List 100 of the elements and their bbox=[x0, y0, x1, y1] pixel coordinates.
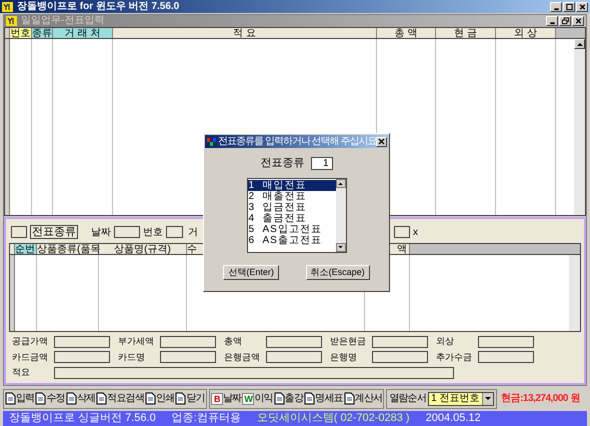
document-icon bbox=[5, 392, 16, 405]
close-icon bbox=[378, 138, 386, 145]
field-label: 추가수금 bbox=[436, 350, 473, 364]
field-label: 부가세액 bbox=[118, 335, 155, 348]
toolbar-button[interactable]: 적요검색 bbox=[96, 391, 144, 406]
input-field[interactable] bbox=[372, 336, 428, 348]
minimize-button[interactable] bbox=[546, 16, 558, 26]
input-field[interactable] bbox=[478, 351, 534, 364]
field-label: 전표종류 bbox=[260, 156, 304, 171]
input-field[interactable] bbox=[11, 226, 27, 238]
toolbar-button[interactable]: 출강 bbox=[274, 391, 304, 406]
status-text: 업종:컴퓨터용 bbox=[172, 410, 241, 426]
input-field[interactable] bbox=[160, 351, 216, 364]
toolbar-button[interactable]: W 이익 bbox=[242, 391, 273, 406]
scrollbar[interactable] bbox=[336, 178, 346, 252]
input-field[interactable] bbox=[266, 336, 322, 348]
form-label: 날짜 bbox=[91, 226, 111, 240]
field-label: 받은현금 bbox=[330, 335, 367, 348]
document-icon bbox=[96, 392, 108, 405]
list-item[interactable]: 4 출금전표 bbox=[248, 212, 336, 224]
column-header[interactable]: 거 래 처 bbox=[53, 28, 113, 38]
input-field[interactable] bbox=[266, 351, 322, 364]
field-label: 적요 bbox=[12, 366, 31, 379]
maximize-button[interactable] bbox=[559, 16, 571, 26]
row-selector[interactable] bbox=[5, 28, 10, 38]
column-header[interactable]: 총 액 bbox=[377, 28, 436, 38]
status-text: 장돌뱅이프로 싱글버전 7.56.0 bbox=[9, 410, 156, 426]
column-header[interactable]: 적 요 bbox=[113, 28, 377, 38]
column-header[interactable]: 외 상 bbox=[496, 28, 556, 38]
toolbar-button[interactable]: 계산서 bbox=[344, 391, 382, 406]
form-label: 번호 bbox=[143, 226, 163, 240]
column-header[interactable]: 순번 bbox=[15, 244, 37, 254]
row-selector[interactable] bbox=[5, 39, 10, 215]
sort-dropdown[interactable]: 1 전표번호 bbox=[428, 392, 494, 406]
form-label: x bbox=[413, 226, 418, 240]
input-field[interactable] bbox=[160, 336, 216, 348]
field-label: 총액 bbox=[224, 335, 243, 348]
close-button[interactable] bbox=[572, 16, 584, 26]
app-icon bbox=[6, 16, 17, 26]
column-header[interactable]: 번호 bbox=[10, 28, 32, 38]
letter-icon: W bbox=[242, 392, 254, 404]
document-icon bbox=[66, 392, 77, 405]
close-button[interactable] bbox=[376, 136, 388, 146]
cash-total: 현금:13,274,000 원 bbox=[501, 392, 580, 406]
input-field[interactable] bbox=[166, 226, 183, 238]
field-label: 은행명 bbox=[330, 350, 358, 364]
document-icon bbox=[175, 392, 186, 405]
input-field[interactable] bbox=[372, 351, 428, 364]
toolbar-button[interactable]: 입력 bbox=[5, 391, 34, 406]
scrollbar[interactable] bbox=[569, 255, 580, 331]
dialog-button[interactable]: 취소(Escape) bbox=[306, 264, 370, 280]
minimize-button[interactable] bbox=[550, 2, 562, 12]
column-header[interactable]: 현 금 bbox=[436, 28, 496, 38]
field-label: 카드금액 bbox=[12, 350, 49, 364]
toolbar-button[interactable]: B 날짜 bbox=[210, 391, 242, 406]
input-field[interactable] bbox=[114, 226, 140, 238]
status-text: 오딧세이시스템( 02-702-0283 ) bbox=[256, 410, 410, 426]
list-item[interactable]: 5 AS입고전표 bbox=[248, 224, 336, 234]
column-header[interactable]: 상품명(규격) bbox=[99, 244, 187, 254]
dialog-button[interactable]: 선택(Enter) bbox=[223, 264, 279, 280]
sort-label: 열람순서 bbox=[389, 392, 426, 406]
toolbar-button[interactable]: 인쇄 bbox=[145, 391, 174, 406]
child-window-title: 일일업무-전표입력 bbox=[21, 16, 106, 26]
list-item[interactable]: 1 매입전표 bbox=[248, 180, 336, 190]
letter-icon: B bbox=[210, 392, 223, 404]
maximize-button[interactable] bbox=[563, 2, 575, 12]
input-field[interactable] bbox=[478, 336, 534, 348]
form-label: 거 bbox=[188, 226, 198, 240]
toolbar-button[interactable]: 수정 bbox=[35, 391, 65, 406]
scroll-down-icon[interactable] bbox=[338, 246, 343, 248]
toolbar-button[interactable]: 닫기 bbox=[175, 391, 205, 406]
list-item[interactable]: 3 입금전표 bbox=[248, 202, 336, 212]
row-selector[interactable] bbox=[10, 255, 15, 331]
app-icon bbox=[2, 2, 13, 12]
scrollbar[interactable] bbox=[574, 39, 585, 215]
document-icon bbox=[274, 392, 285, 405]
column-header[interactable]: 종류 bbox=[32, 28, 53, 38]
dropdown-arrow-icon[interactable] bbox=[485, 396, 492, 400]
field-label: 은행금액 bbox=[224, 350, 261, 364]
close-icon bbox=[578, 2, 586, 10]
form-label: 전표종류 bbox=[30, 225, 78, 239]
list-item[interactable]: 2 매출전표 bbox=[248, 190, 336, 202]
toolbar-button[interactable]: 삭제 bbox=[66, 391, 96, 406]
scroll-up-icon[interactable] bbox=[576, 42, 582, 46]
list-item[interactable]: 6 AS출고전표 bbox=[248, 234, 336, 246]
column-header[interactable]: 상품종류(품목 bbox=[37, 244, 99, 254]
input-field[interactable] bbox=[54, 366, 454, 379]
toolbar-button[interactable]: 명세표 bbox=[304, 391, 343, 406]
input-field[interactable]: 1 bbox=[310, 156, 332, 170]
document-icon bbox=[35, 392, 46, 405]
scroll-up-icon[interactable] bbox=[338, 182, 343, 184]
close-icon bbox=[574, 17, 582, 25]
input-field[interactable] bbox=[54, 336, 110, 348]
status-text: 2004.05.12 bbox=[426, 410, 481, 426]
dialog-icon bbox=[207, 138, 216, 146]
input-field[interactable] bbox=[394, 226, 410, 238]
field-label: 공급가액 bbox=[12, 335, 49, 348]
input-field[interactable] bbox=[54, 351, 110, 364]
close-button[interactable] bbox=[576, 2, 588, 12]
window-title: 장돌뱅이프로 for 윈도우 버전 7.56.0 bbox=[17, 2, 180, 12]
